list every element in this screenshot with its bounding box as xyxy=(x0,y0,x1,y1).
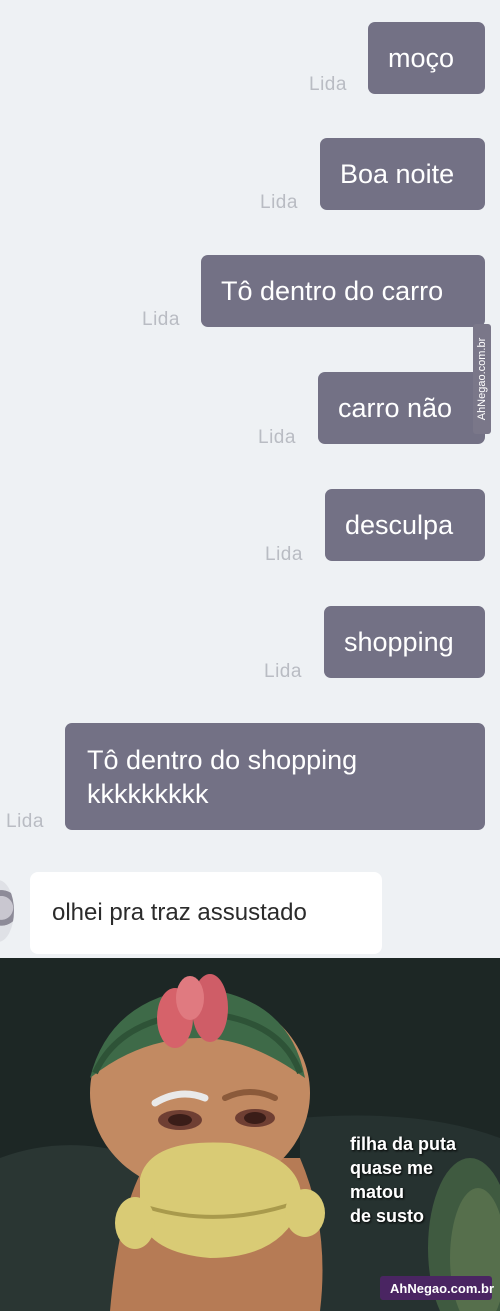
caption-line: de susto xyxy=(350,1206,425,1226)
side-watermark-text: AhNegao.com.br xyxy=(476,337,488,421)
message-bubble: carro não xyxy=(318,372,485,444)
message-text: Boa noite xyxy=(340,159,455,189)
message-text-line: kkkkkkkkk xyxy=(87,779,209,809)
message-bubble: Boa noite xyxy=(320,138,485,210)
message-text: desculpa xyxy=(345,510,454,540)
chat-screenshot: moço Lida Boa noite Lida Tô dentro do ca… xyxy=(0,0,500,958)
meme-caption: filha da puta quase me matou de susto xyxy=(350,1132,490,1228)
message-bubble: desculpa xyxy=(325,489,485,561)
read-status: Lida xyxy=(6,811,44,832)
read-status: Lida xyxy=(309,74,347,95)
read-status: Lida xyxy=(142,309,180,330)
read-status: Lida xyxy=(260,192,298,213)
message-bubble: shopping xyxy=(324,606,485,678)
message-text-line: Tô dentro do shopping xyxy=(87,745,358,775)
message-bubble: moço xyxy=(368,22,485,94)
received-message-text: olhei pra traz assustado xyxy=(52,899,307,926)
read-status: Lida xyxy=(258,427,296,448)
side-watermark: AhNegao.com.br xyxy=(473,324,491,434)
message-text: carro não xyxy=(338,393,453,423)
message-text: shopping xyxy=(344,627,454,657)
received-message-bubble: olhei pra traz assustado xyxy=(30,872,382,954)
read-status: Lida xyxy=(265,544,303,565)
message-text: Tô dentro do carro xyxy=(221,276,444,306)
avatar xyxy=(0,880,14,942)
read-status: Lida xyxy=(264,661,302,682)
meme-image: filha da puta quase me matou de susto Ah… xyxy=(0,958,500,1311)
bottom-watermark-text: AhNegao.com.br xyxy=(390,1280,495,1296)
message-text: moço xyxy=(388,43,455,73)
caption-line: quase me matou xyxy=(350,1158,434,1202)
bottom-watermark: AhNegao.com.br xyxy=(380,1276,495,1300)
caption-line: filha da puta xyxy=(350,1134,457,1154)
message-bubble: Tô dentro do carro xyxy=(201,255,485,327)
message-bubble: Tô dentro do shopping kkkkkkkkk xyxy=(65,723,485,830)
